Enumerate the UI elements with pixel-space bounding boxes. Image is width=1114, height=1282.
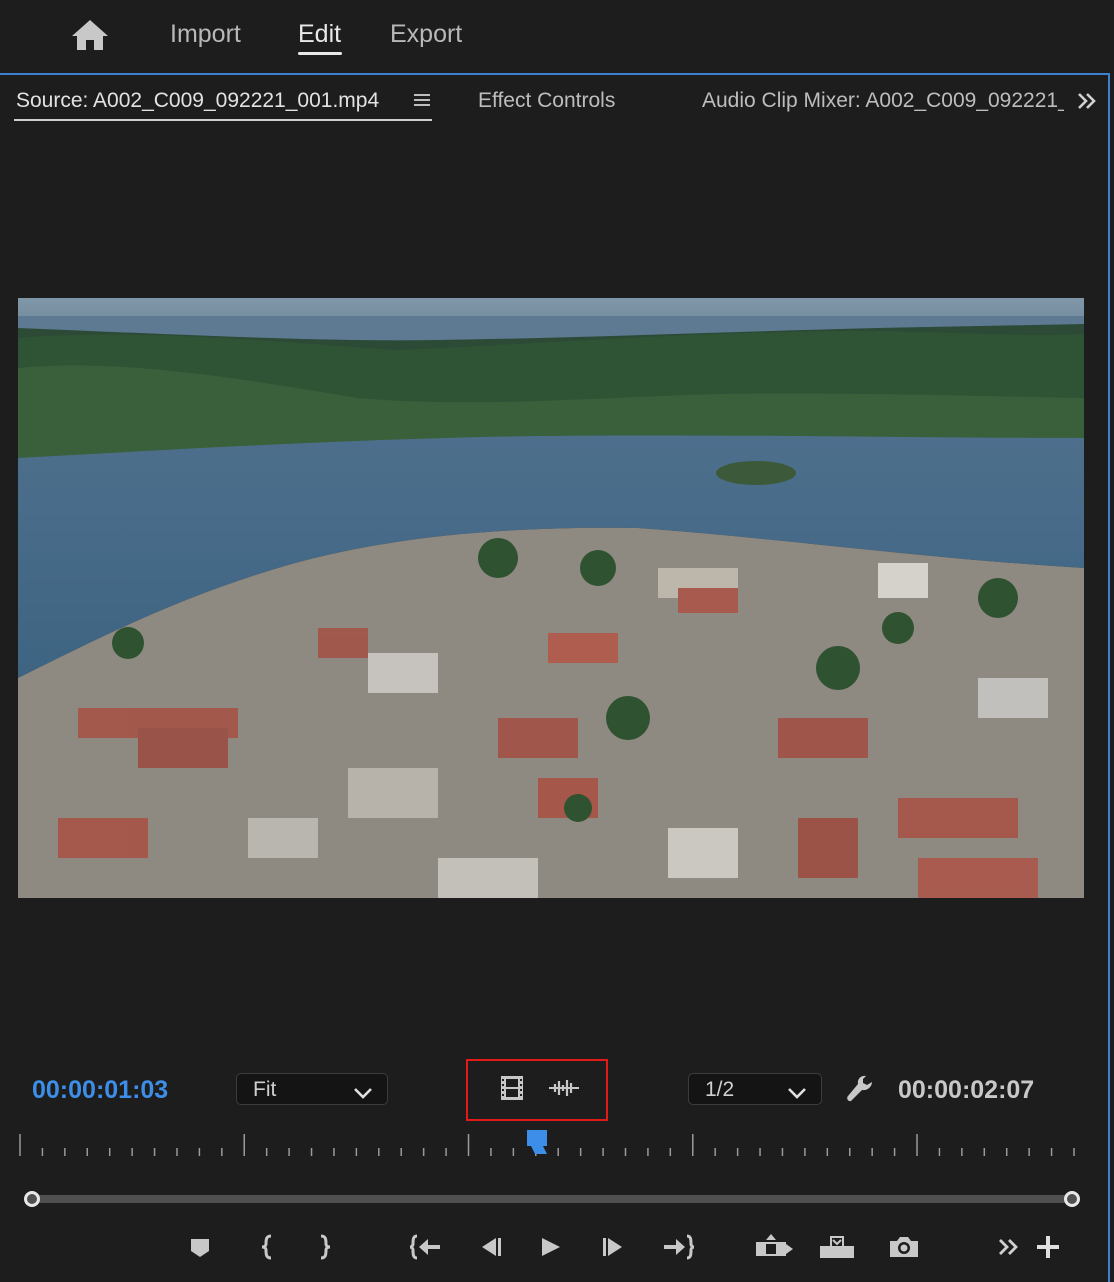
wrench-icon[interactable] [846,1074,874,1109]
tab-source[interactable]: Source: A002_C009_092221_001.mp4 [16,89,379,113]
step-back-icon[interactable] [474,1230,504,1264]
zoom-level-value: Fit [253,1078,277,1101]
chevron-down-icon [787,1082,807,1099]
nav-active-indicator [298,52,342,55]
audio-waveform-icon[interactable] [549,1077,579,1104]
tab-effect-controls[interactable]: Effect Controls [478,89,615,113]
zoom-level-dropdown[interactable]: Fit [236,1073,388,1105]
play-icon[interactable] [538,1230,564,1264]
step-forward-icon[interactable] [600,1230,630,1264]
overwrite-icon[interactable] [818,1230,858,1264]
film-strip-icon[interactable] [500,1075,524,1106]
current-timecode[interactable]: 00:00:01:03 [32,1076,168,1105]
export-frame-icon[interactable] [888,1230,920,1264]
mark-out-icon[interactable] [314,1230,336,1264]
button-editor-icon[interactable] [1036,1230,1060,1264]
playback-resolution-value: 1/2 [705,1078,735,1101]
active-tab-underline [14,119,432,121]
chevron-down-icon [353,1082,373,1099]
nav-export[interactable]: Export [390,20,462,49]
top-navigation-bar: Import Edit Export [0,0,1114,74]
hamburger-menu-icon[interactable] [414,91,434,111]
add-marker-icon[interactable] [188,1230,212,1264]
playback-resolution-dropdown[interactable]: 1/2 [688,1073,822,1105]
insert-icon[interactable] [754,1230,794,1264]
nav-edit[interactable]: Edit [298,20,341,49]
go-to-in-icon[interactable] [408,1230,442,1264]
drag-media-highlight [466,1059,608,1121]
mark-in-icon[interactable] [256,1230,278,1264]
nav-import[interactable]: Import [170,20,241,49]
zoom-scroll-bar[interactable] [22,1188,1084,1210]
playhead[interactable] [525,1130,549,1163]
video-preview-frame[interactable] [18,298,1084,898]
go-to-out-icon[interactable] [662,1230,696,1264]
home-icon[interactable] [70,18,110,54]
tab-audio-clip-mixer[interactable]: Audio Clip Mixer: A002_C009_092221_001.m… [702,89,1064,113]
more-controls-icon[interactable] [996,1230,1022,1264]
duration-timecode: 00:00:02:07 [898,1076,1035,1104]
chevron-double-right-icon[interactable] [1076,91,1098,117]
